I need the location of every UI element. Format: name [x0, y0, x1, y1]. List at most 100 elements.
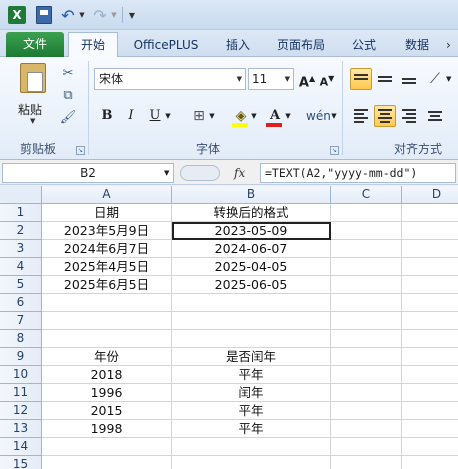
cell-d11[interactable]: [402, 384, 458, 402]
cell-d7[interactable]: [402, 312, 458, 330]
cell-d4[interactable]: [402, 258, 458, 276]
tab-data[interactable]: 数据: [394, 33, 440, 57]
cell-c15[interactable]: [331, 456, 402, 469]
cell-a5[interactable]: 2025年6月5日: [42, 276, 172, 294]
cell-d15[interactable]: [402, 456, 458, 469]
name-box[interactable]: B2: [2, 163, 174, 183]
cell-c1[interactable]: [331, 204, 402, 222]
redo-icon[interactable]: ↷: [92, 6, 108, 25]
fill-color-dropdown-icon[interactable]: ▼: [250, 105, 258, 127]
cell-c10[interactable]: [331, 366, 402, 384]
cell-a15[interactable]: [42, 456, 172, 469]
cell-b11[interactable]: 闰年: [172, 384, 331, 402]
cell-b14[interactable]: [172, 438, 331, 456]
cell-a10[interactable]: 2018: [42, 366, 172, 384]
border-dropdown-icon[interactable]: ▼: [208, 105, 216, 127]
font-launcher-icon[interactable]: ↘: [330, 146, 339, 155]
cell-d3[interactable]: [402, 240, 458, 258]
cell-a3[interactable]: 2024年6月7日: [42, 240, 172, 258]
cell-a4[interactable]: 2025年4月5日: [42, 258, 172, 276]
excel-icon[interactable]: X: [8, 6, 26, 24]
insert-function-icon[interactable]: fx: [234, 163, 254, 183]
save-icon[interactable]: [36, 6, 52, 24]
format-painter-icon[interactable]: 🖌: [58, 109, 78, 127]
row-header-6[interactable]: 6: [0, 294, 42, 312]
cell-a12[interactable]: 2015: [42, 402, 172, 420]
cell-d10[interactable]: [402, 366, 458, 384]
tabs-scroll-icon[interactable]: ›: [446, 33, 458, 57]
formula-input[interactable]: =TEXT(A2,"yyyy-mm-dd"): [260, 163, 456, 183]
row-header-15[interactable]: 15: [0, 456, 42, 469]
row-header-13[interactable]: 13: [0, 420, 42, 438]
cell-c11[interactable]: [331, 384, 402, 402]
cell-d13[interactable]: [402, 420, 458, 438]
worksheet-grid[interactable]: A B C D 1 日期 转换后的格式 2 2023年5月9日 2023-05-09 3 2024年6…: [0, 186, 458, 469]
align-top-button[interactable]: [350, 68, 372, 90]
align-middle-button[interactable]: [374, 68, 396, 90]
cell-c7[interactable]: [331, 312, 402, 330]
grow-font-button[interactable]: A▲: [298, 68, 316, 90]
customize-toolbar-icon[interactable]: ▼: [127, 6, 137, 24]
cell-a6[interactable]: [42, 294, 172, 312]
cell-c5[interactable]: [331, 276, 402, 294]
font-size-select[interactable]: 11 ▼: [248, 68, 294, 90]
column-header-c[interactable]: C: [331, 186, 402, 204]
cell-d9[interactable]: [402, 348, 458, 366]
cell-a11[interactable]: 1996: [42, 384, 172, 402]
select-all-corner[interactable]: [0, 186, 42, 204]
row-header-14[interactable]: 14: [0, 438, 42, 456]
row-header-11[interactable]: 11: [0, 384, 42, 402]
row-header-7[interactable]: 7: [0, 312, 42, 330]
border-icon[interactable]: ⊞: [190, 105, 208, 127]
underline-dropdown-icon[interactable]: ▼: [164, 105, 172, 127]
decrease-indent-button[interactable]: [424, 105, 446, 127]
tab-file[interactable]: 文件: [6, 32, 64, 57]
cell-b13[interactable]: 平年: [172, 420, 331, 438]
orientation-icon[interactable]: ⟋: [424, 68, 446, 90]
cell-b4[interactable]: 2025-04-05: [172, 258, 331, 276]
cell-b10[interactable]: 平年: [172, 366, 331, 384]
cell-c2[interactable]: [331, 222, 402, 240]
undo-icon[interactable]: ↶: [60, 6, 76, 25]
cell-a9[interactable]: 年份: [42, 348, 172, 366]
cell-a1[interactable]: 日期: [42, 204, 172, 222]
cell-c14[interactable]: [331, 438, 402, 456]
cell-a7[interactable]: [42, 312, 172, 330]
cell-d5[interactable]: [402, 276, 458, 294]
cell-c3[interactable]: [331, 240, 402, 258]
column-header-b[interactable]: B: [172, 186, 331, 204]
cell-b7[interactable]: [172, 312, 331, 330]
cell-c6[interactable]: [331, 294, 402, 312]
cell-b5[interactable]: 2025-06-05: [172, 276, 331, 294]
cell-d1[interactable]: [402, 204, 458, 222]
cell-d12[interactable]: [402, 402, 458, 420]
chevron-down-icon[interactable]: ▼: [164, 163, 174, 183]
row-header-4[interactable]: 4: [0, 258, 42, 276]
cell-c13[interactable]: [331, 420, 402, 438]
column-header-d[interactable]: D: [402, 186, 458, 204]
cell-b9[interactable]: 是否闰年: [172, 348, 331, 366]
scissors-icon[interactable]: ✂: [58, 65, 78, 83]
row-header-1[interactable]: 1: [0, 204, 42, 222]
tab-formulas[interactable]: 公式: [342, 33, 386, 57]
font-color-dropdown-icon[interactable]: ▼: [284, 105, 292, 127]
cell-a14[interactable]: [42, 438, 172, 456]
cell-b8[interactable]: [172, 330, 331, 348]
row-header-9[interactable]: 9: [0, 348, 42, 366]
row-header-5[interactable]: 5: [0, 276, 42, 294]
align-bottom-button[interactable]: [398, 68, 420, 90]
formula-bar-resize-handle[interactable]: [180, 165, 220, 181]
font-name-select[interactable]: 宋体 ▼: [94, 68, 246, 90]
align-right-button[interactable]: [398, 105, 420, 127]
column-header-a[interactable]: A: [42, 186, 172, 204]
tab-insert[interactable]: 插入: [216, 33, 260, 57]
cell-c12[interactable]: [331, 402, 402, 420]
italic-button[interactable]: I: [122, 105, 140, 127]
cell-b12[interactable]: 平年: [172, 402, 331, 420]
phonetic-guide-button[interactable]: wén: [306, 105, 331, 127]
redo-dropdown-icon[interactable]: ▼: [110, 6, 118, 24]
paste-button[interactable]: 粘贴 ▼: [16, 63, 52, 125]
cell-d8[interactable]: [402, 330, 458, 348]
tab-home[interactable]: 开始: [68, 32, 118, 57]
cell-b15[interactable]: [172, 456, 331, 469]
